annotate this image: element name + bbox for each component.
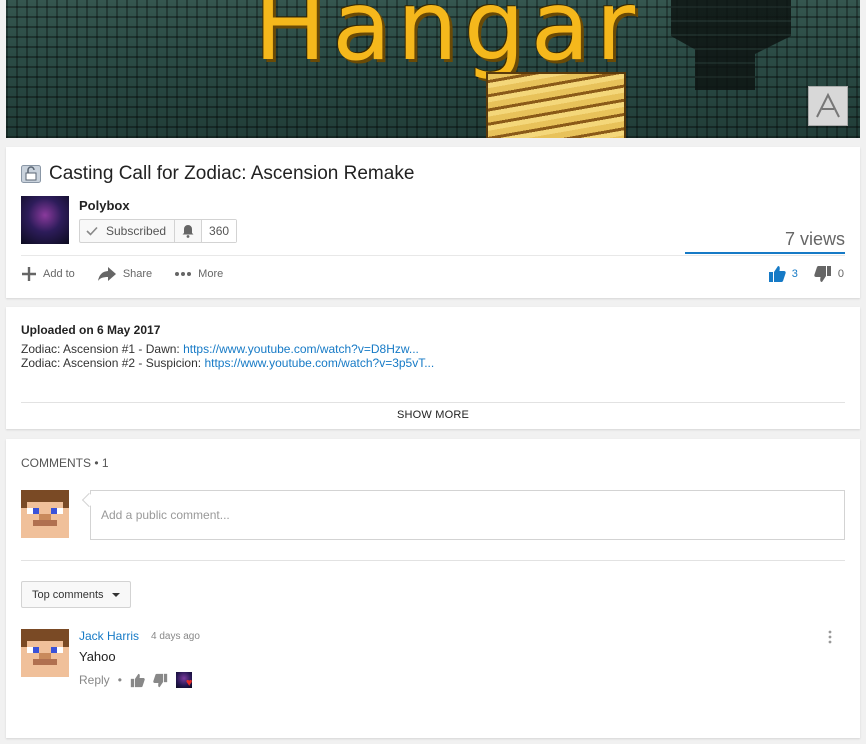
user-avatar: [21, 490, 69, 538]
check-icon: [86, 226, 98, 236]
subscribe-group: Subscribed 360: [79, 219, 238, 243]
divider: [21, 560, 845, 561]
subscribed-button[interactable]: Subscribed: [80, 220, 176, 242]
comment-author[interactable]: Jack Harris: [79, 629, 139, 643]
sentiment-bar: [685, 252, 845, 254]
thumbs-up-icon: [768, 266, 786, 282]
comments-header: COMMENTS • 1: [21, 456, 109, 470]
banner-block-art: [486, 72, 626, 138]
video-info-card: Casting Call for Zodiac: Ascension Remak…: [6, 147, 860, 298]
plus-icon: [22, 267, 36, 281]
more-dots-icon: [175, 272, 192, 276]
like-count: 3: [791, 268, 798, 280]
description-line: Zodiac: Ascension #1 - Dawn: https://www…: [21, 342, 419, 356]
view-count: 7 views: [784, 229, 845, 249]
dislike-count: 0: [837, 268, 844, 280]
comment-text: Yahoo: [79, 649, 116, 664]
share-icon: [97, 267, 116, 281]
description-card: Uploaded on 6 May 2017 Zodiac: Ascension…: [6, 307, 860, 429]
thumbs-up-icon[interactable]: [130, 673, 145, 688]
banner-shape: [671, 0, 791, 90]
description-text: Zodiac: Ascension #1 - Dawn:: [21, 342, 184, 356]
banner-logo: [808, 86, 848, 126]
commenter-avatar[interactable]: [21, 629, 69, 677]
channel-banner: Hangar: [6, 0, 860, 138]
subscriber-count: 360: [202, 220, 237, 242]
thumbs-down-icon[interactable]: [153, 673, 168, 688]
banner-title: Hangar: [254, 0, 642, 82]
divider: [21, 255, 845, 256]
add-to-button[interactable]: Add to: [21, 266, 75, 282]
like-button[interactable]: 3: [768, 265, 798, 283]
description-link[interactable]: https://www.youtube.com/watch?v=D8Hzw...: [183, 342, 419, 356]
heart-icon: ♥: [185, 677, 193, 689]
comment-input[interactable]: [91, 491, 844, 539]
add-to-label: Add to: [43, 268, 75, 280]
channel-avatar[interactable]: [21, 196, 69, 244]
upload-date: Uploaded on 6 May 2017: [21, 323, 161, 337]
description-line: Zodiac: Ascension #2 - Suspicion: https:…: [21, 356, 434, 370]
like-dislike: 3 0: [768, 265, 844, 283]
kebab-menu-icon[interactable]: [828, 630, 832, 644]
separator-dot: •: [117, 673, 122, 687]
sort-comments-dropdown[interactable]: Top comments: [21, 581, 131, 608]
creator-heart: ♥: [175, 672, 193, 689]
lock-icon: [21, 165, 41, 183]
video-actions: Add to Share More: [21, 266, 245, 282]
comment-time[interactable]: 4 days ago: [151, 631, 200, 642]
description-link[interactable]: https://www.youtube.com/watch?v=3p5vT...: [204, 356, 434, 370]
subscribed-label: Subscribed: [106, 224, 167, 238]
share-button[interactable]: Share: [97, 266, 152, 282]
bell-icon: [181, 224, 195, 238]
dislike-button[interactable]: 0: [814, 265, 844, 283]
divider: [21, 402, 845, 403]
thumbs-down-icon: [814, 266, 831, 282]
channel-name[interactable]: Polybox: [79, 198, 130, 213]
sort-label: Top comments: [32, 588, 104, 601]
share-label: Share: [122, 268, 153, 280]
more-button[interactable]: More: [174, 268, 223, 280]
caret-down-icon: [111, 592, 120, 597]
comment-input-box[interactable]: [90, 490, 845, 540]
video-title: Casting Call for Zodiac: Ascension Remak…: [49, 163, 415, 184]
reply-button[interactable]: Reply: [79, 673, 110, 687]
more-label: More: [198, 268, 224, 280]
comments-card: COMMENTS • 1 Top comments Jack Harris 4 …: [6, 439, 860, 738]
comment-actions: Reply • ♥: [79, 672, 200, 689]
description-text: Zodiac: Ascension #2 - Suspicion:: [21, 356, 205, 370]
show-more-button[interactable]: SHOW MORE: [6, 409, 860, 421]
notification-bell-button[interactable]: [175, 220, 203, 242]
